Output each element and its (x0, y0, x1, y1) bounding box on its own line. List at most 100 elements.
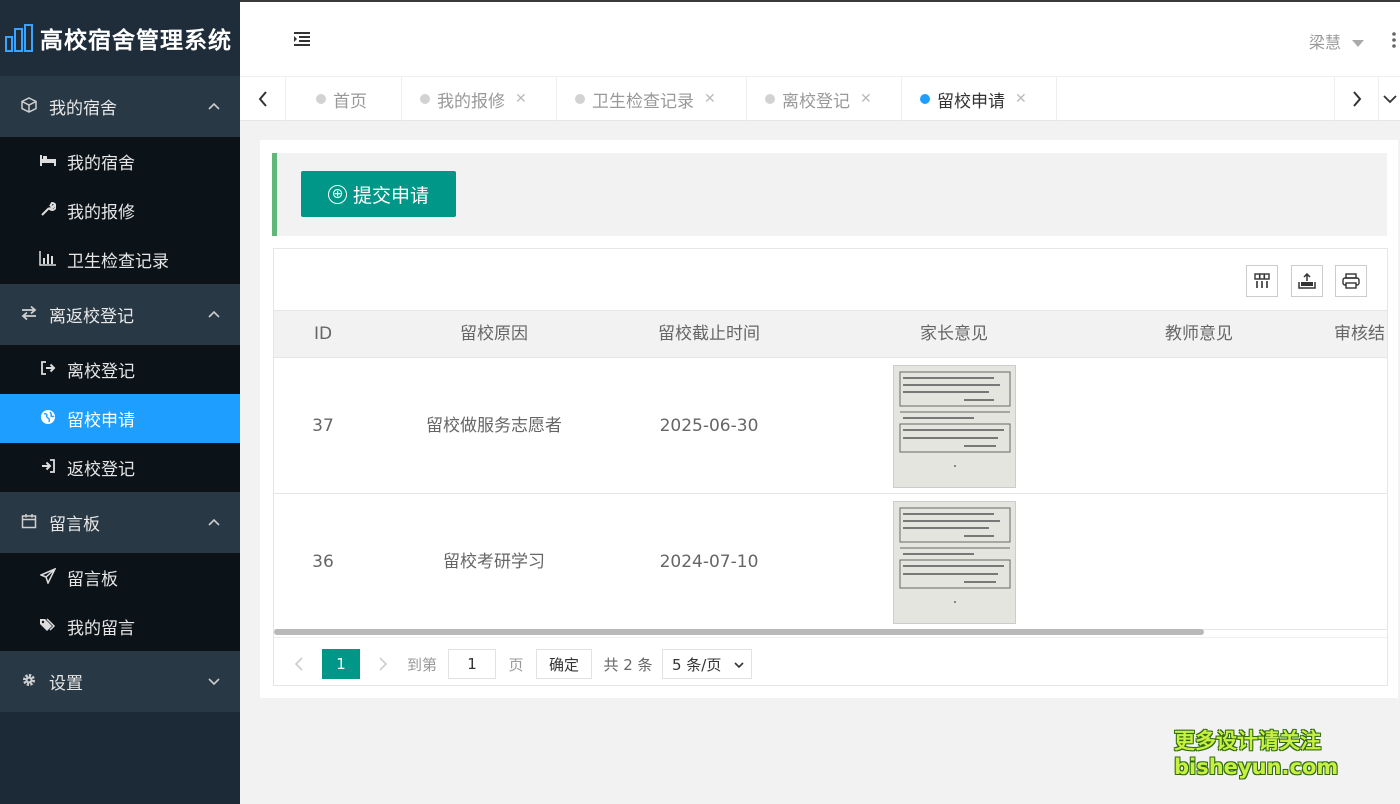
column-header[interactable]: 留校原因 (394, 311, 594, 358)
total-count: 共 2 条 (603, 655, 653, 674)
cell-deadline: 2024-07-10 (659, 552, 759, 572)
paper-plane-icon (38, 567, 58, 588)
column-header[interactable]: 留校截止时间 (624, 311, 794, 358)
sidebar-group-label: 我的宿舍 (49, 99, 117, 119)
top-header: 梁慧 (240, 0, 1400, 76)
columns-icon (1254, 273, 1270, 288)
tab-scroll-left-button[interactable] (240, 77, 286, 121)
building-logo-icon (5, 24, 33, 52)
chevron-up-icon (208, 518, 220, 526)
sidebar-submenu: 我的宿舍 我的报修 卫生检查记录 (0, 137, 240, 284)
exchange-icon (20, 305, 38, 325)
sidebar-item-stay-application[interactable]: 留校申请 (0, 394, 240, 443)
chevron-up-icon (208, 310, 220, 318)
tab-label: 首页 (333, 91, 367, 112)
prev-page-button[interactable] (288, 649, 310, 679)
user-name: 梁慧 (1308, 33, 1341, 52)
chevron-right-icon (379, 657, 388, 671)
sign-out-icon (38, 360, 58, 380)
tab-label: 卫生检查记录 (592, 91, 694, 112)
sidebar-item-message-board[interactable]: 留言板 (0, 553, 240, 602)
chevron-down-icon (734, 662, 744, 669)
more-vertical-icon[interactable] (1390, 30, 1398, 50)
cell-reason: 留校考研学习 (443, 552, 545, 572)
document-photo (894, 502, 1015, 623)
cube-icon (20, 96, 38, 117)
sidebar-item-label: 返校登记 (67, 460, 135, 480)
column-header[interactable]: 教师意见 (1119, 311, 1279, 358)
table-toolbar (274, 249, 1387, 311)
submit-application-button[interactable]: ⊕ 提交申请 (301, 171, 456, 217)
cell-deadline: 2025-06-30 (659, 416, 759, 436)
tab-dropdown-button[interactable] (1378, 77, 1400, 121)
watermark-line1: 更多设计请关注 (1174, 729, 1321, 753)
bed-icon (38, 153, 58, 171)
tab-stay-application[interactable]: 留校申请 ✕ (902, 77, 1057, 121)
sidebar-item-my-dorm[interactable]: 我的宿舍 (0, 137, 240, 186)
sidebar-item-leave-register[interactable]: 离校登记 (0, 345, 240, 394)
sidebar-item-my-repair[interactable]: 我的报修 (0, 186, 240, 235)
sidebar-item-return-register[interactable]: 返校登记 (0, 443, 240, 492)
goto-label: 到第 (406, 655, 437, 674)
action-toolbar: ⊕ 提交申请 (272, 153, 1387, 236)
columns-filter-button[interactable] (1246, 265, 1278, 297)
user-menu[interactable]: 梁慧 (1309, 29, 1364, 53)
parent-opinion-image[interactable] (893, 501, 1016, 624)
logo: 高校宿舍管理系统 (0, 0, 240, 76)
sidebar-group-dormitory[interactable]: 我的宿舍 (0, 76, 240, 137)
export-icon (1298, 273, 1316, 289)
sidebar-group-message-board[interactable]: 留言板 (0, 492, 240, 553)
close-icon[interactable]: ✕ (1015, 91, 1027, 107)
column-header[interactable]: 家长意见 (874, 311, 1034, 358)
sidebar-group-settings[interactable]: 设置 (0, 651, 240, 712)
bar-chart-icon (38, 250, 58, 270)
tab-dot (575, 94, 585, 104)
sidebar-item-label: 离校登记 (67, 362, 135, 382)
sidebar-item-my-messages[interactable]: 我的留言 (0, 602, 240, 651)
goto-confirm-button[interactable]: 确定 (536, 649, 592, 679)
gear-icon (20, 672, 38, 692)
sign-in-icon (38, 458, 58, 478)
next-page-button[interactable] (372, 649, 394, 679)
tab-leave-register[interactable]: 离校登记 ✕ (747, 77, 902, 121)
close-icon[interactable]: ✕ (515, 91, 527, 107)
tab-label: 离校登记 (782, 91, 850, 112)
tab-label: 留校申请 (937, 91, 1005, 112)
page-number-current[interactable]: 1 (322, 649, 360, 679)
sidebar-item-hygiene-records[interactable]: 卫生检查记录 (0, 235, 240, 284)
document-photo (894, 366, 1015, 487)
menu-collapse-icon[interactable] (292, 30, 312, 48)
tab-dot (420, 94, 430, 104)
watermark: 更多设计请关注 bisheyun.com (1174, 728, 1338, 780)
tab-hygiene-records[interactable]: 卫生检查记录 ✕ (557, 77, 747, 121)
print-button[interactable] (1335, 265, 1367, 297)
sidebar-item-label: 留校申请 (67, 411, 135, 431)
calendar-icon (20, 513, 38, 533)
sidebar-item-label: 卫生检查记录 (67, 252, 169, 272)
export-button[interactable] (1291, 265, 1323, 297)
caret-down-icon (1352, 40, 1364, 47)
close-icon[interactable]: ✕ (860, 91, 872, 107)
tab-label: 我的报修 (437, 91, 505, 112)
column-header[interactable]: ID (294, 311, 352, 358)
globe-icon (38, 409, 58, 429)
parent-opinion-image[interactable] (893, 365, 1016, 488)
tab-bar: 首页 我的报修 ✕ 卫生检查记录 ✕ 离校登记 ✕ 留校申请 ✕ (240, 76, 1400, 121)
sidebar-submenu: 离校登记 留校申请 返校登记 (0, 345, 240, 492)
tab-my-repair[interactable]: 我的报修 ✕ (402, 77, 557, 121)
goto-page-input[interactable]: 1 (448, 649, 496, 679)
chevron-right-icon (1352, 91, 1361, 107)
horizontal-scrollbar[interactable] (274, 629, 1204, 635)
close-icon[interactable]: ✕ (704, 91, 716, 107)
plus-circle-icon: ⊕ (327, 184, 347, 204)
content-card: ⊕ 提交申请 ID 留校原因 留校截止时间 家长意见 教师意见 审核结 37 留… (260, 140, 1398, 698)
column-header[interactable]: 审核结 (1334, 311, 1387, 358)
tab-home[interactable]: 首页 (286, 77, 402, 121)
sidebar: 高校宿舍管理系统 我的宿舍 我的宿舍 我的报修 卫生检查记录 离返校登记 离校登… (0, 0, 240, 804)
table-row: 36 留校考研学习 2024-07-10 (274, 495, 1387, 630)
sidebar-group-leave-return[interactable]: 离返校登记 (0, 284, 240, 345)
tab-dot (316, 94, 326, 104)
tab-scroll-right-button[interactable] (1334, 77, 1378, 121)
sidebar-item-label: 我的宿舍 (67, 154, 135, 174)
page-size-select[interactable]: 5 条/页 (662, 649, 752, 679)
